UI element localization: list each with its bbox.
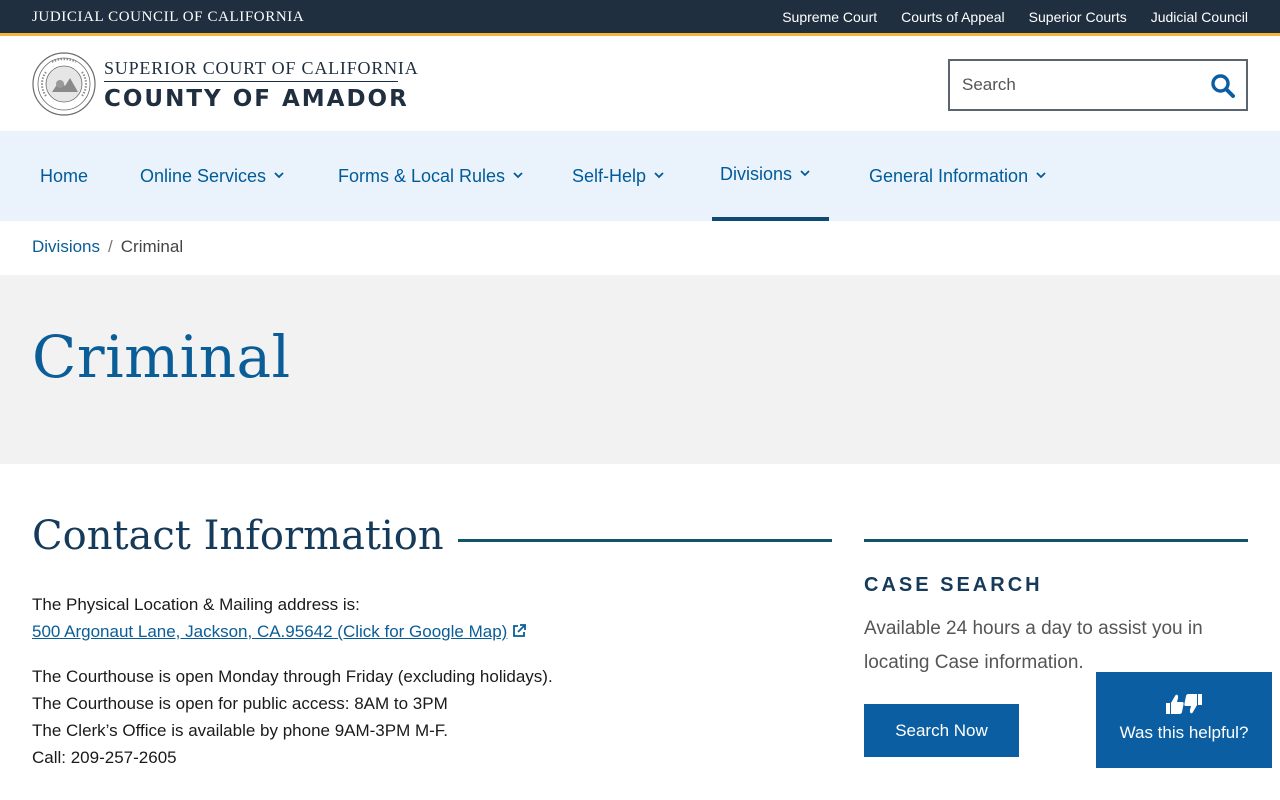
nav-item-online-services[interactable]: Online Services bbox=[132, 131, 292, 221]
court-seal-logo[interactable] bbox=[32, 52, 96, 116]
hours-public-access: The Courthouse is open for public access… bbox=[32, 694, 448, 713]
nav-item-self-help[interactable]: Self-Help bbox=[564, 131, 672, 221]
chevron-down-icon bbox=[274, 172, 284, 179]
utility-links: Supreme Court Courts of Appeal Superior … bbox=[782, 9, 1248, 25]
address-map-link[interactable]: 500 Argonaut Lane, Jackson, CA.95642 (Cl… bbox=[32, 622, 507, 641]
logo-divider bbox=[104, 81, 398, 82]
search-now-button[interactable]: Search Now bbox=[864, 704, 1019, 757]
nav-item-general-information[interactable]: General Information bbox=[861, 131, 1054, 221]
search-icon bbox=[1211, 74, 1235, 98]
page-hero: Criminal bbox=[0, 275, 1280, 464]
hours-weekdays: The Courthouse is open Monday through Fr… bbox=[32, 667, 553, 686]
breadcrumb-current: Criminal bbox=[120, 237, 184, 256]
site-header: SUPERIOR COURT OF CALIFORNIA COUNTY OF A… bbox=[0, 39, 1280, 131]
search-button[interactable] bbox=[1210, 73, 1236, 99]
contact-heading-rule bbox=[458, 539, 832, 542]
nav-item-label: Forms & Local Rules bbox=[338, 166, 506, 186]
breadcrumb-link-divisions[interactable]: Divisions bbox=[32, 237, 100, 256]
feedback-widget[interactable]: Was this helpful? bbox=[1096, 672, 1272, 768]
address-row: 500 Argonaut Lane, Jackson, CA.95642 (Cl… bbox=[32, 618, 812, 645]
nav-item-label: Home bbox=[40, 166, 89, 186]
contact-block: The Physical Location & Mailing address … bbox=[32, 591, 812, 771]
external-link-icon[interactable] bbox=[511, 623, 527, 639]
feedback-label: Was this helpful? bbox=[1119, 723, 1249, 742]
nav-item-forms-local-rules[interactable]: Forms & Local Rules bbox=[330, 131, 531, 221]
nav-item-home[interactable]: Home bbox=[32, 131, 96, 221]
main-nav: Home Online Services Forms & Local Rules… bbox=[0, 131, 1280, 221]
page-title: Criminal bbox=[32, 323, 291, 391]
utility-link-courts-of-appeal[interactable]: Courts of Appeal bbox=[901, 9, 1005, 25]
nav-item-label: Online Services bbox=[140, 166, 267, 186]
contact-heading: Contact Information bbox=[32, 513, 444, 559]
nav-item-label: Divisions bbox=[720, 164, 793, 184]
logo-court-name[interactable]: SUPERIOR COURT OF CALIFORNIA bbox=[104, 58, 419, 79]
nav-item-label: General Information bbox=[869, 166, 1029, 186]
nav-item-label: Self-Help bbox=[572, 166, 647, 186]
case-search-rule bbox=[864, 539, 1248, 542]
utility-link-supreme-court[interactable]: Supreme Court bbox=[782, 9, 877, 25]
chevron-down-icon bbox=[513, 172, 523, 179]
breadcrumb: Divisions / Criminal bbox=[32, 237, 183, 257]
breadcrumb-separator: / bbox=[108, 237, 113, 256]
search-input[interactable] bbox=[962, 73, 1202, 97]
utility-bar: JUDICIAL COUNCIL OF CALIFORNIA Supreme C… bbox=[0, 0, 1280, 36]
thumbs-up-down-icon bbox=[1166, 694, 1202, 714]
chevron-down-icon bbox=[1036, 172, 1046, 179]
hours-clerk-phone: The Clerk’s Office is available by phone… bbox=[32, 721, 449, 740]
address-intro: The Physical Location & Mailing address … bbox=[32, 595, 360, 614]
site-search bbox=[948, 59, 1248, 111]
logo-county-name[interactable]: COUNTY OF AMADOR bbox=[104, 86, 409, 112]
case-search-description: Available 24 hours a day to assist you i… bbox=[864, 618, 1203, 673]
chevron-down-icon bbox=[800, 170, 810, 177]
utility-link-judicial-council[interactable]: Judicial Council bbox=[1151, 9, 1248, 25]
phone-number: Call: 209-257-2605 bbox=[32, 748, 177, 767]
utility-link-superior-courts[interactable]: Superior Courts bbox=[1029, 9, 1127, 25]
case-search-heading: CASE SEARCH bbox=[864, 574, 1043, 596]
utility-title: JUDICIAL COUNCIL OF CALIFORNIA bbox=[32, 9, 305, 25]
nav-item-divisions[interactable]: Divisions bbox=[712, 131, 829, 221]
chevron-down-icon bbox=[654, 172, 664, 179]
